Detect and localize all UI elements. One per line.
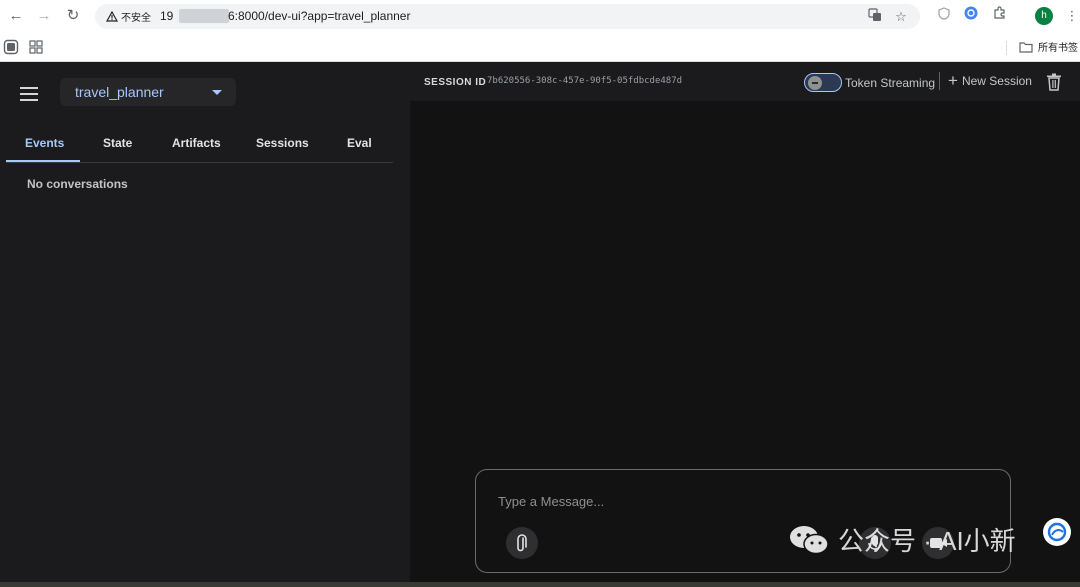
- apps-grid-icon[interactable]: [28, 39, 44, 55]
- message-input[interactable]: Type a Message...: [498, 494, 604, 509]
- adk-dev-ui: travel_planner Events State Artifacts Se…: [0, 62, 1080, 587]
- tab-artifacts[interactable]: Artifacts: [172, 136, 221, 150]
- dropdown-caret-icon: [212, 90, 222, 95]
- watermark: 公众号 · AI小新: [788, 521, 1016, 558]
- plus-icon: +: [948, 71, 958, 90]
- forward-icon[interactable]: →: [34, 6, 54, 26]
- warning-icon: [106, 11, 118, 22]
- header-divider: [939, 72, 940, 90]
- bookmarks-folder-label: 所有书签: [1038, 43, 1078, 54]
- toggle-knob: [808, 76, 822, 90]
- extension-icon[interactable]: [961, 6, 981, 26]
- active-tab-indicator: [6, 160, 80, 162]
- url-redacted: [179, 9, 229, 23]
- bookmarks-divider: [1006, 41, 1007, 55]
- tab-sessions[interactable]: Sessions: [256, 136, 309, 150]
- swirl-icon: [1047, 522, 1067, 542]
- address-bar[interactable]: 不安全 19 6:8000/dev-ui?app=travel_planner …: [95, 4, 920, 29]
- session-id-value: 7b620556-308c-457e-90f5-05fdbcde487d: [487, 76, 683, 86]
- tab-eval[interactable]: Eval: [347, 136, 372, 150]
- paperclip-icon: [517, 534, 527, 552]
- shield-icon[interactable]: [934, 6, 954, 26]
- browser-toolbar: ← → ↻ 不安全 19 6:8000/dev-ui?app=travel_pl…: [0, 0, 1080, 33]
- hamburger-icon[interactable]: [20, 87, 38, 101]
- url-host: 19: [160, 9, 174, 23]
- session-id-label: SESSION ID: [424, 77, 487, 88]
- back-icon[interactable]: ←: [6, 6, 26, 26]
- wechat-icon: [790, 525, 829, 554]
- bookmarks-bar: 所有书签: [0, 33, 1080, 62]
- taskbar-strip: [0, 582, 1080, 587]
- security-chip[interactable]: 不安全: [102, 8, 155, 25]
- all-bookmarks-folder[interactable]: 所有书签: [1019, 39, 1078, 54]
- tab-state[interactable]: State: [103, 136, 132, 150]
- app-selector-value: travel_planner: [75, 84, 164, 100]
- menu-icon[interactable]: ⋮: [1062, 6, 1080, 26]
- reload-icon[interactable]: ↻: [63, 6, 83, 26]
- star-icon[interactable]: ☆: [892, 8, 910, 26]
- side-panel: travel_planner Events State Artifacts Se…: [0, 62, 410, 587]
- session-header: SESSION ID 7b620556-308c-457e-90f5-05fdb…: [410, 62, 1080, 101]
- trash-icon[interactable]: [1046, 73, 1062, 91]
- avatar[interactable]: h: [1035, 7, 1053, 25]
- new-session-label: New Session: [961, 74, 1032, 88]
- side-panel-tabs: Events State Artifacts Sessions Eval: [6, 126, 393, 163]
- url-path: 6:8000/dev-ui?app=travel_planner: [228, 9, 411, 23]
- empty-conversations-message: No conversations: [27, 177, 128, 191]
- token-streaming-toggle[interactable]: [804, 73, 842, 92]
- assistant-badge[interactable]: [1043, 518, 1071, 546]
- app-selector[interactable]: travel_planner: [60, 78, 236, 106]
- folder-icon: [1019, 41, 1033, 53]
- sidebar-toggle-icon[interactable]: [3, 39, 19, 55]
- puzzle-icon[interactable]: [990, 6, 1010, 26]
- watermark-text: 公众号 · AI小新: [838, 526, 1016, 556]
- token-streaming-label: Token Streaming: [845, 76, 936, 90]
- security-label: 不安全: [121, 13, 151, 24]
- tab-events[interactable]: Events: [25, 136, 64, 150]
- new-session-button[interactable]: + New Session: [948, 71, 1032, 90]
- chat-panel: SESSION ID 7b620556-308c-457e-90f5-05fdb…: [410, 62, 1080, 587]
- translate-icon[interactable]: [866, 8, 884, 26]
- attach-button[interactable]: [506, 527, 538, 559]
